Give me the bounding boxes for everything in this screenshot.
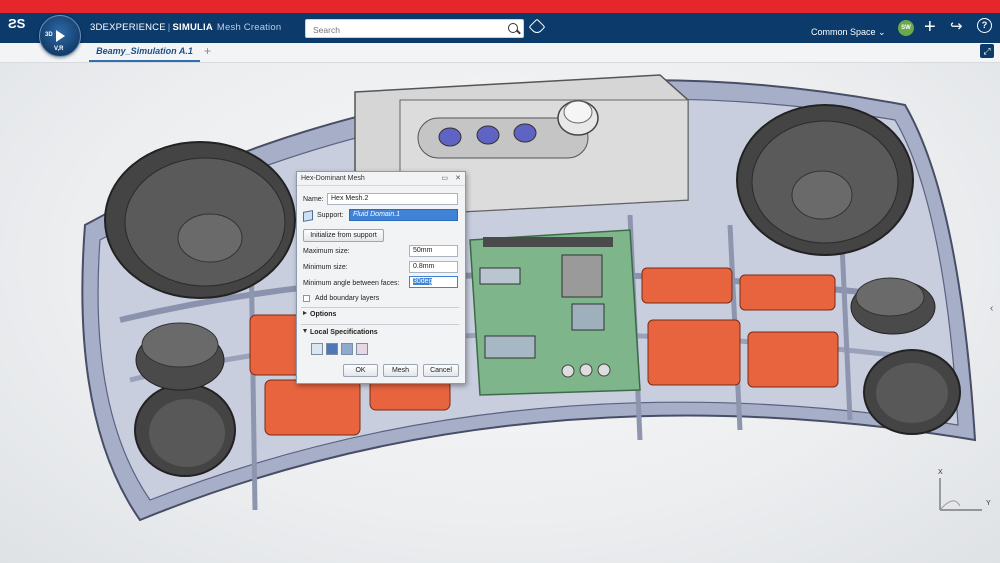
- min-size-label: Minimum size:: [303, 264, 348, 271]
- initialize-from-support-button[interactable]: Initialize from support: [303, 229, 384, 242]
- ok-button[interactable]: OK: [343, 364, 378, 377]
- min-angle-value: 30deg: [413, 278, 433, 285]
- cancel-button[interactable]: Cancel: [423, 364, 459, 377]
- name-field[interactable]: Hex Mesh.2: [327, 193, 458, 205]
- play-icon[interactable]: [56, 30, 65, 42]
- pcb: [469, 229, 641, 396]
- heatsink: [561, 254, 603, 298]
- divider: [301, 307, 459, 308]
- support-label: Support:: [317, 212, 344, 219]
- space-selector[interactable]: Common Space ⌄: [811, 27, 886, 38]
- axis-triad[interactable]: X Y: [930, 468, 991, 528]
- speaker-right-dome: [791, 170, 853, 220]
- space-label: Common Space: [811, 27, 876, 37]
- search-icon[interactable]: [508, 23, 518, 33]
- triad-y-label: Y: [986, 500, 991, 507]
- battery: [747, 331, 839, 388]
- boundary-layers-label: Add boundary layers: [315, 295, 380, 302]
- capacitor: [597, 363, 611, 377]
- chip: [479, 267, 521, 285]
- button: [476, 125, 500, 145]
- max-size-label: Maximum size:: [303, 248, 350, 255]
- max-size-field[interactable]: 50mm: [409, 245, 458, 257]
- button: [513, 123, 537, 143]
- module-label: Mesh Creation: [216, 22, 282, 33]
- minimize-icon[interactable]: ▭: [441, 172, 448, 185]
- expand-icon: [303, 311, 307, 315]
- mesh-button[interactable]: Mesh: [383, 364, 418, 377]
- help-icon[interactable]: ?: [977, 18, 992, 33]
- local-mesh-icon[interactable]: [326, 343, 338, 355]
- close-icon[interactable]: ✕: [455, 172, 461, 185]
- name-label: Name:: [303, 196, 324, 203]
- support-field[interactable]: Fluid Domain.1: [349, 209, 458, 221]
- side-panel-arrow-icon[interactable]: ‹: [990, 303, 993, 314]
- ds-logo[interactable]: ƧS: [8, 16, 30, 38]
- title-separator: |: [167, 22, 171, 33]
- battery: [369, 379, 451, 411]
- share-icon[interactable]: ↪: [950, 17, 963, 35]
- compass-widget[interactable]: 3D V,R: [39, 15, 81, 57]
- avatar[interactable]: SW: [898, 20, 914, 36]
- pcb-connector: [483, 237, 613, 247]
- collapse-icon: [303, 329, 307, 333]
- local-layer-icon[interactable]: [356, 343, 368, 355]
- boundary-layers-checkbox[interactable]: [303, 295, 310, 302]
- min-size-field[interactable]: 0.8mm: [409, 261, 458, 273]
- tab-beamy-simulation[interactable]: Beamy_Simulation A.1: [89, 43, 200, 62]
- speaker-small-right-cone: [876, 363, 948, 423]
- hex-dominant-mesh-dialog: Hex-Dominant Mesh ▭ ✕ Name: Hex Mesh.2 S…: [296, 171, 466, 384]
- local-size-icon[interactable]: [311, 343, 323, 355]
- knob-left-top: [141, 322, 219, 368]
- local-refine-icon[interactable]: [341, 343, 353, 355]
- divider: [301, 324, 459, 325]
- chip: [571, 303, 605, 331]
- capacitor: [561, 364, 575, 378]
- capacitor: [579, 363, 593, 377]
- local-specifications-section[interactable]: Local Specifications: [303, 329, 378, 336]
- button: [438, 127, 462, 147]
- battery: [641, 267, 733, 304]
- triad-x-label: X: [938, 469, 943, 476]
- tab-bar: Beamy_Simulation A.1 +: [0, 43, 1000, 63]
- options-section[interactable]: Options: [303, 311, 336, 318]
- compass-version-label: V,R: [54, 46, 64, 52]
- dialog-title-bar[interactable]: Hex-Dominant Mesh ▭ ✕: [297, 172, 465, 186]
- 3d-viewport[interactable]: ‹ X Y: [0, 63, 1000, 563]
- speaker-small-left-cone: [149, 399, 225, 467]
- battery: [739, 274, 836, 311]
- product-label: SIMULIA: [172, 22, 213, 33]
- support-cube-icon: [303, 210, 313, 222]
- triad-lines: [939, 478, 982, 511]
- options-label: Options: [310, 311, 337, 318]
- speaker-left-dome: [177, 213, 243, 263]
- dialog-title: Hex-Dominant Mesh: [301, 175, 365, 182]
- knob-right-top: [855, 277, 925, 317]
- knob-top: [563, 100, 593, 124]
- search-input[interactable]: [311, 21, 495, 39]
- model-render: [81, 74, 977, 522]
- chip: [484, 335, 536, 359]
- top-alert-bar: [0, 0, 1000, 13]
- app-title: 3DEXPERIENCE | SIMULIA Mesh Creation: [90, 22, 281, 33]
- battery: [264, 379, 361, 436]
- min-angle-label: Minimum angle between faces:: [303, 280, 400, 287]
- brand-label: 3DEXPERIENCE: [90, 22, 166, 33]
- add-tab-icon[interactable]: +: [204, 44, 211, 58]
- min-angle-field[interactable]: 30deg: [409, 276, 458, 288]
- local-spec-label: Local Specifications: [310, 329, 378, 336]
- search-box[interactable]: [305, 19, 524, 39]
- compass-3d-label: 3D: [45, 32, 53, 38]
- add-icon[interactable]: +: [924, 15, 936, 39]
- battery: [647, 319, 741, 386]
- fullscreen-icon[interactable]: ⤢: [980, 44, 994, 58]
